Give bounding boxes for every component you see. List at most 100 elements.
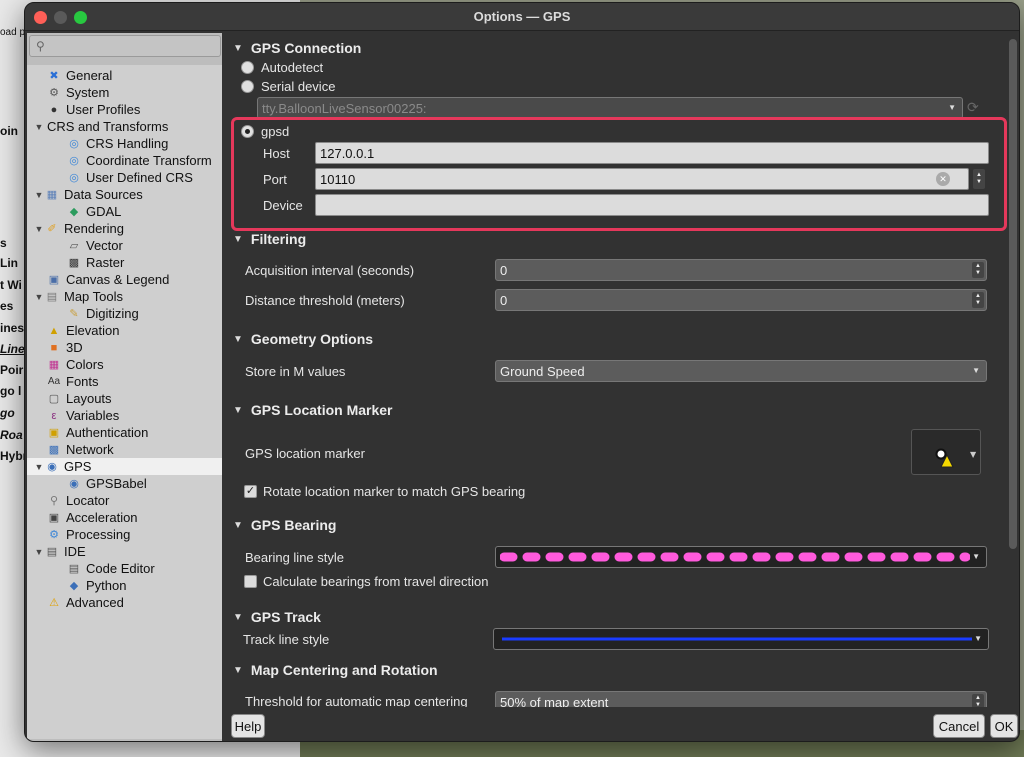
section-gps-location-marker[interactable]: ▼ GPS Location Marker <box>233 402 393 418</box>
calculate-bearings-checkbox[interactable] <box>244 575 257 588</box>
chevron-down-icon[interactable]: ▼ <box>233 334 243 345</box>
chevron-down-icon[interactable]: ▼ <box>33 462 45 472</box>
sidebar-item-processing[interactable]: ⚙ Processing <box>47 526 130 543</box>
sidebar-item-python[interactable]: ◆ Python <box>67 577 127 594</box>
sidebar-item-system[interactable]: ⚙ System <box>47 84 109 101</box>
sidebar-item-coordinate-transform[interactable]: ◎ Coordinate Transform <box>67 152 212 169</box>
digitizing-icon: ✎ <box>69 308 79 320</box>
rotate-marker-checkbox[interactable]: ✓ <box>244 485 257 498</box>
cancel-button[interactable]: Cancel <box>933 714 985 738</box>
section-gps-track[interactable]: ▼ GPS Track <box>233 609 321 625</box>
bg-label: es <box>0 299 14 313</box>
section-gps-bearing[interactable]: ▼ GPS Bearing <box>233 517 337 533</box>
gps-location-marker-label: GPS location marker <box>245 446 365 461</box>
sidebar-item-raster[interactable]: ▩ Raster <box>67 254 125 271</box>
sidebar-item-gpsbabel[interactable]: ◉ GPSBabel <box>67 475 147 492</box>
globe-icon: ◎ <box>69 155 79 167</box>
chevron-down-icon[interactable]: ▼ <box>233 520 243 531</box>
sidebar-item-elevation[interactable]: ▲ Elevation <box>47 322 120 339</box>
serial-device-label: Serial device <box>261 79 336 94</box>
sidebar-item-advanced[interactable]: ⚠ Advanced <box>47 594 124 611</box>
serial-device-radio[interactable] <box>241 80 254 93</box>
chevron-down-icon[interactable]: ▼ <box>233 234 243 245</box>
sidebar-item-label: Variables <box>66 408 120 423</box>
serial-device-select[interactable]: tty.BalloonLiveSensor00225: ▼ <box>257 97 963 119</box>
bearing-line-preview <box>500 552 970 562</box>
content-scrollbar[interactable] <box>1009 39 1017 549</box>
gpsd-radio[interactable] <box>241 125 254 138</box>
acquisition-interval-spinbox[interactable]: 0 ▲ ▼ <box>495 259 987 281</box>
sidebar-item-label: Layouts <box>66 391 112 406</box>
sidebar-item-label: CRS Handling <box>86 136 169 151</box>
chevron-down-icon[interactable]: ▼ <box>233 612 243 623</box>
sidebar-item-rendering[interactable]: ▼ ✐ Rendering <box>33 220 124 237</box>
stepper-arrows[interactable]: ▲ ▼ <box>972 262 984 278</box>
host-input[interactable]: 127.0.0.1 <box>315 142 989 164</box>
refresh-icon[interactable]: ⟳ <box>967 99 979 116</box>
sidebar-item-user-profiles[interactable]: ● User Profiles <box>47 101 141 118</box>
section-map-centering[interactable]: ▼ Map Centering and Rotation <box>233 662 438 678</box>
section-geometry-options[interactable]: ▼ Geometry Options <box>233 331 373 347</box>
sidebar-item-network[interactable]: ▩ Network <box>47 441 114 458</box>
chevron-down-icon[interactable]: ▼ <box>233 405 243 416</box>
sidebar-item-digitizing[interactable]: ✎ Digitizing <box>67 305 138 322</box>
options-sidebar: ⚲ ✖ General ⚙ System ● User Profiles ▼ CRS a… <box>27 33 222 741</box>
chevron-down-icon[interactable]: ▼ <box>33 547 45 557</box>
chevron-down-icon[interactable]: ▼ <box>233 665 243 676</box>
sidebar-item-crs-handling[interactable]: ◎ CRS Handling <box>67 135 168 152</box>
bg-label: Roa <box>0 428 23 442</box>
sidebar-item-code-editor[interactable]: ▤ Code Editor <box>67 560 155 577</box>
sidebar-item-variables[interactable]: ε Variables <box>47 407 120 424</box>
section-filtering[interactable]: ▼ Filtering <box>233 231 306 247</box>
gdal-icon: ◆ <box>69 206 79 218</box>
sidebar-item-layouts[interactable]: ▢ Layouts <box>47 390 112 407</box>
zoom-window-button[interactable] <box>74 11 87 24</box>
sidebar-item-label: Elevation <box>66 323 120 338</box>
sidebar-item-data-sources[interactable]: ▼ ▦ Data Sources <box>33 186 143 203</box>
distance-threshold-spinbox[interactable]: 0 ▲ ▼ <box>495 289 987 311</box>
sidebar-item-ide[interactable]: ▼ ▤ IDE <box>33 543 86 560</box>
sidebar-item-gdal[interactable]: ◆ GDAL <box>67 203 122 220</box>
section-gps-connection[interactable]: ▼ GPS Connection <box>233 40 361 56</box>
chevron-down-icon[interactable]: ▼ <box>33 292 45 302</box>
minimize-window-button[interactable] <box>54 11 67 24</box>
sidebar-item-general[interactable]: ✖ General <box>47 67 112 84</box>
track-line-style-button[interactable]: ▼ <box>493 628 989 650</box>
sidebar-item-canvas-legend[interactable]: ▣ Canvas & Legend <box>47 271 170 288</box>
chevron-down-icon[interactable]: ▼ <box>33 224 45 234</box>
sidebar-item-authentication[interactable]: ▣ Authentication <box>47 424 149 441</box>
chevron-down-icon[interactable]: ▼ <box>33 122 45 132</box>
chevron-down-icon[interactable]: ▼ <box>233 43 243 54</box>
sidebar-item-3d[interactable]: ■ 3D <box>47 339 83 356</box>
stepper-arrows[interactable]: ▲ ▼ <box>972 694 984 707</box>
system-icon: ⚙ <box>49 87 59 99</box>
device-input[interactable] <box>315 194 989 216</box>
port-input[interactable]: 10110 ✕ <box>315 168 969 190</box>
port-stepper[interactable]: ▲ ▼ <box>973 169 985 189</box>
centering-threshold-value: 50% of map extent <box>500 694 609 708</box>
store-m-values-select[interactable]: Ground Speed ▼ <box>495 360 987 382</box>
clear-icon[interactable]: ✕ <box>936 172 950 186</box>
sidebar-item-colors[interactable]: ▦ Colors <box>47 356 104 373</box>
gps-icon: ◉ <box>47 461 57 473</box>
bearing-line-style-button[interactable]: ▼ <box>495 546 987 568</box>
sidebar-item-fonts[interactable]: Aa Fonts <box>47 373 99 390</box>
centering-threshold-spinbox[interactable]: 50% of map extent ▲ ▼ <box>495 691 987 707</box>
stepper-arrows[interactable]: ▲ ▼ <box>972 292 984 308</box>
options-dialog: Options — GPS ⚲ ✖ General ⚙ System ● User P… <box>24 2 1020 742</box>
sidebar-item-vector[interactable]: ▱ Vector <box>67 237 123 254</box>
sidebar-item-gps[interactable]: ▼ ◉ GPS <box>27 458 222 475</box>
sidebar-item-locator[interactable]: ⚲ Locator <box>47 492 109 509</box>
chevron-down-icon[interactable]: ▼ <box>33 190 45 200</box>
sidebar-item-map-tools[interactable]: ▼ ▤ Map Tools <box>33 288 123 305</box>
gps-location-marker-button[interactable]: ▼ <box>911 429 981 475</box>
help-button[interactable]: Help <box>231 714 265 738</box>
ok-button[interactable]: OK <box>990 714 1018 738</box>
chevron-down-icon: ▼ <box>972 366 980 375</box>
close-window-button[interactable] <box>34 11 47 24</box>
search-input[interactable]: ⚲ <box>29 35 221 57</box>
sidebar-item-crs-and-transforms[interactable]: ▼ CRS and Transforms <box>33 118 169 135</box>
sidebar-item-user-defined-crs[interactable]: ◎ User Defined CRS <box>67 169 193 186</box>
autodetect-radio[interactable] <box>241 61 254 74</box>
sidebar-item-acceleration[interactable]: ▣ Acceleration <box>47 509 138 526</box>
